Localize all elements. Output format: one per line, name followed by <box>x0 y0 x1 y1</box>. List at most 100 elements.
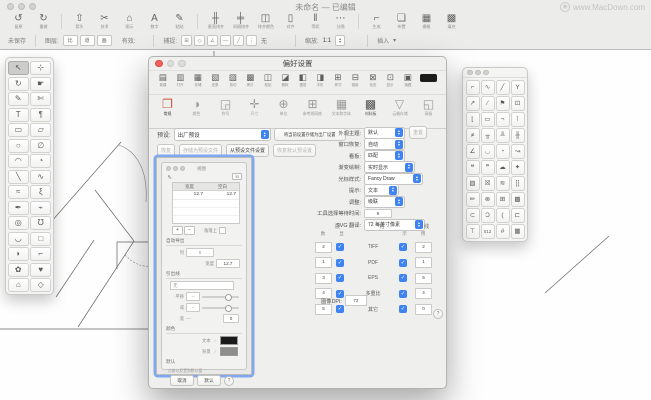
tool-text[interactable]: T <box>8 108 29 122</box>
tool-waves[interactable]: ≋ <box>496 176 510 191</box>
tool-freehand[interactable]: ξ <box>30 185 51 199</box>
snap-toggle-2[interactable]: ∠ <box>207 35 218 46</box>
toolbar-distribute-button[interactable]: ‖等距 <box>303 13 328 29</box>
tool-knot[interactable]: ⊗ <box>481 192 495 207</box>
tab-guides-grid[interactable]: ⊞参考线网格 <box>298 97 327 128</box>
order-input[interactable]: 1 <box>315 257 332 268</box>
toolbar-redo-button[interactable]: ↻重做 <box>31 13 56 29</box>
tool-slash[interactable]: ∕ <box>481 96 495 111</box>
dialog-toolbar-new-button[interactable]: ▤新建 <box>154 73 172 87</box>
toolbar-shape-button[interactable]: ⌂图示 <box>117 13 142 29</box>
tool-text-frame[interactable]: ¶ <box>30 108 51 122</box>
show-checkbox[interactable]: ✓ <box>336 305 344 313</box>
tool-line[interactable]: ╲ <box>8 170 29 184</box>
minimize-button[interactable] <box>475 70 481 76</box>
tab-text-fonts[interactable]: ▦文本和字体 <box>327 97 356 128</box>
toolbar-arrange-button[interactable]: ❏布置 <box>389 13 414 29</box>
tool-dots[interactable]: ⣿ <box>511 176 525 191</box>
tab-cloud[interactable]: ▽云端存储 <box>385 97 414 128</box>
dialog-toolbar-hide-button[interactable]: ▣隐藏 <box>399 73 417 87</box>
layer-button[interactable]: 比 <box>63 35 78 46</box>
tool-c-curve[interactable]: ⊂ <box>466 208 480 223</box>
tool-callout-2[interactable]: ❞ <box>481 160 495 175</box>
layer-button[interactable]: 画 <box>97 35 112 46</box>
use-input[interactable]: 4 <box>415 288 432 299</box>
tool-spiral[interactable]: ◎ <box>8 216 29 230</box>
insert-caret-icon[interactable]: ▾ <box>393 37 396 44</box>
tool-cloud[interactable]: ☁ <box>496 160 510 175</box>
snap-toggle-3[interactable]: — <box>220 35 231 46</box>
dialog-toolbar-styles-button[interactable]: ⊞样式 <box>329 73 347 87</box>
setting-appearance-select[interactable]: 默认▲▼ <box>364 127 405 139</box>
use-checkbox[interactable]: ✓ <box>399 290 407 298</box>
dialog-toolbar-inspect-button[interactable]: ⊠检查 <box>364 73 382 87</box>
tool-offset[interactable]: ≠ <box>466 128 480 143</box>
toolbar-align-horizontal-button[interactable]: ╪间隔排齐 <box>228 13 253 29</box>
toolbar-paste-button[interactable]: ✎粘贴 <box>167 13 192 29</box>
use-input[interactable]: 1 <box>415 257 432 268</box>
right-palette-titlebar[interactable] <box>463 68 527 78</box>
insert-label[interactable]: 插入 <box>377 36 389 45</box>
toolbar-number-button[interactable]: A数字 <box>142 13 167 29</box>
tool-burst[interactable]: ✦ <box>511 160 525 175</box>
tool-circle[interactable]: ○ <box>8 139 29 153</box>
tool-brush[interactable]: ⌁ <box>30 201 51 215</box>
tool-ruler[interactable]: ⊤ <box>466 224 480 239</box>
tool-angle[interactable]: ∠ <box>466 144 480 159</box>
tab-general[interactable]: ❐常规 <box>153 97 182 128</box>
tool-curve[interactable]: ∿ <box>30 170 51 184</box>
tool-bracket[interactable]: ⌊ <box>466 112 480 127</box>
snap-toggle-1[interactable]: ◇ <box>194 35 205 46</box>
toolbar-align-vertical-button[interactable]: ╫垂直排齐 <box>203 13 228 29</box>
use-input[interactable]: 0 <box>415 304 432 315</box>
setting-gradient-draw-select[interactable]: 实时显示▲▼ <box>364 161 415 173</box>
preset-select[interactable]: 出厂预设 ▲▼ <box>174 128 271 141</box>
tool-protractor[interactable]: ◡ <box>481 144 495 159</box>
color-swatch[interactable] <box>420 74 437 82</box>
tool-lasso[interactable]: ℧ <box>30 216 51 230</box>
tab-materials[interactable]: ▩材料板 <box>356 97 385 128</box>
dialog-toolbar-links-button[interactable]: ⊟链接 <box>347 73 365 87</box>
tool-cross-dim[interactable]: ╫ <box>511 128 525 143</box>
tool-mesh[interactable]: ▩ <box>511 192 525 207</box>
toolbar-cut-button[interactable]: ✂技术 <box>92 13 117 29</box>
tab-symbols[interactable]: ◲符号 <box>211 97 240 128</box>
dialog-toolbar-glyphs-button[interactable]: ◨字形 <box>312 73 330 87</box>
toolbar-arrow-button[interactable]: ⇧箭头 <box>67 13 92 29</box>
dialog-toolbar-delete-button[interactable]: ◪删除 <box>277 73 295 87</box>
order-input[interactable]: 3 <box>315 273 332 284</box>
show-checkbox[interactable]: ✓ <box>336 259 344 267</box>
setting-hints-select[interactable]: 文本▲▼ <box>364 184 399 196</box>
tool-curve-arrow[interactable]: ↝ <box>511 144 525 159</box>
dialog-toolbar-open-button[interactable]: ▥打开 <box>172 73 190 87</box>
tool-rounded-rect[interactable]: ▱ <box>30 123 51 137</box>
tool-blob[interactable]: ◗ <box>8 247 29 261</box>
tool-open-curve[interactable]: ◡ <box>8 232 29 246</box>
zoom-stepper[interactable]: ▲▼ <box>335 35 345 46</box>
use-input[interactable]: 2 <box>415 242 432 253</box>
tool-frame[interactable]: □ <box>30 232 51 246</box>
dialog-help-button[interactable]: ? <box>433 309 443 319</box>
tool-heart[interactable]: ♥ <box>30 263 51 277</box>
toolbar-spread-button[interactable]: ⋯分隔 <box>328 13 353 29</box>
setting-board-select[interactable]: 匹配▲▼ <box>364 150 405 162</box>
tab-colors[interactable]: ◑颜色 <box>182 97 211 128</box>
tool-point-dim[interactable]: ⊡ <box>511 96 525 111</box>
toolbar-create-button[interactable]: ⌐生成 <box>364 13 389 29</box>
preview-panel[interactable]: 视图 in ⇖ 宽度 空白 12.7 12.7 + − 角落上 <box>156 157 252 375</box>
toolbar-align-button[interactable]: ▯对齐 <box>278 13 303 29</box>
tool-weave[interactable]: ⊞ <box>496 192 510 207</box>
dialog-toolbar-layers-button[interactable]: ◧图层 <box>294 73 312 87</box>
tool-branch[interactable]: Y <box>511 80 525 95</box>
tool-select[interactable]: ↖ <box>8 61 29 75</box>
tool-hand[interactable]: ☛ <box>30 77 51 91</box>
dialog-toolbar-copy-button[interactable]: ▩拷贝 <box>242 73 260 87</box>
tool-grid-tool[interactable]: # <box>496 224 510 239</box>
tool-arc[interactable]: ◠ <box>8 154 29 168</box>
snap-toggle-0[interactable]: ⊞ <box>181 35 192 46</box>
dpi-input[interactable]: 72 <box>345 295 367 306</box>
tool-drop[interactable]: ◇ <box>30 278 51 292</box>
tool-pie[interactable]: ◔ <box>30 154 51 168</box>
use-checkbox[interactable]: ✓ <box>399 259 407 267</box>
close-button[interactable] <box>467 70 473 76</box>
